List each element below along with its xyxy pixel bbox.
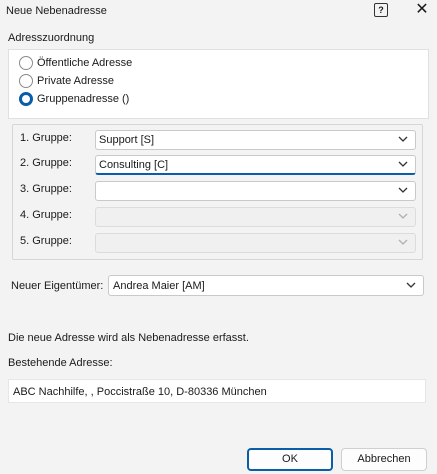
- group-4-label: 4. Gruppe:: [20, 209, 72, 221]
- group-5-select: [95, 233, 416, 253]
- radio-button[interactable]: [19, 56, 33, 70]
- group-3-select[interactable]: [95, 181, 416, 201]
- group-3-label: 3. Gruppe:: [20, 183, 72, 195]
- radio-label: Öffentliche Adresse: [37, 57, 133, 69]
- help-icon[interactable]: ?: [374, 3, 388, 17]
- radio-button[interactable]: [19, 74, 33, 88]
- assignment-radio-group: Öffentliche Adresse Private Adresse Grup…: [8, 49, 429, 119]
- existing-address-field: ABC Nachhilfe, , Poccistraße 10, D-80336…: [8, 379, 426, 403]
- owner-value: Andrea Maier [AM]: [113, 280, 205, 292]
- cancel-button[interactable]: Abbrechen: [341, 448, 427, 471]
- group-5-label: 5. Gruppe:: [20, 235, 72, 247]
- existing-address-value: ABC Nachhilfe, , Poccistraße 10, D-80336…: [13, 386, 267, 398]
- group-4-select: [95, 207, 416, 227]
- assignment-group-title: Adresszuordnung: [8, 32, 95, 44]
- chevron-down-icon: [398, 160, 408, 168]
- chevron-down-icon: [398, 135, 408, 143]
- chevron-down-icon: [398, 212, 408, 220]
- radio-label: Gruppenadresse (): [37, 93, 130, 105]
- ok-button[interactable]: OK: [247, 448, 333, 471]
- close-icon[interactable]: ✕: [410, 0, 434, 20]
- group-2-value: Consulting [C]: [99, 159, 169, 171]
- radio-button-checked[interactable]: [19, 92, 33, 106]
- group-1-select[interactable]: Support [S]: [95, 130, 416, 150]
- chevron-down-icon: [398, 186, 408, 194]
- group-2-select[interactable]: Consulting [C]: [95, 155, 416, 175]
- chevron-down-icon: [406, 281, 416, 289]
- radio-label: Private Adresse: [37, 75, 115, 87]
- existing-address-label: Bestehende Adresse:: [8, 357, 113, 369]
- window-title: Neue Nebenadresse: [6, 5, 107, 17]
- group-1-label: 1. Gruppe:: [20, 132, 72, 144]
- owner-select[interactable]: Andrea Maier [AM]: [108, 275, 424, 296]
- group-2-label: 2. Gruppe:: [20, 157, 72, 169]
- group-1-value: Support [S]: [99, 134, 155, 146]
- info-text: Die neue Adresse wird als Nebenadresse e…: [8, 332, 249, 344]
- groups-panel: 1. Gruppe: Support [S] 2. Gruppe: Consul…: [12, 124, 423, 260]
- owner-label: Neuer Eigentümer:: [11, 280, 104, 292]
- title-bar: Neue Nebenadresse ? ✕: [0, 0, 437, 24]
- chevron-down-icon: [398, 238, 408, 246]
